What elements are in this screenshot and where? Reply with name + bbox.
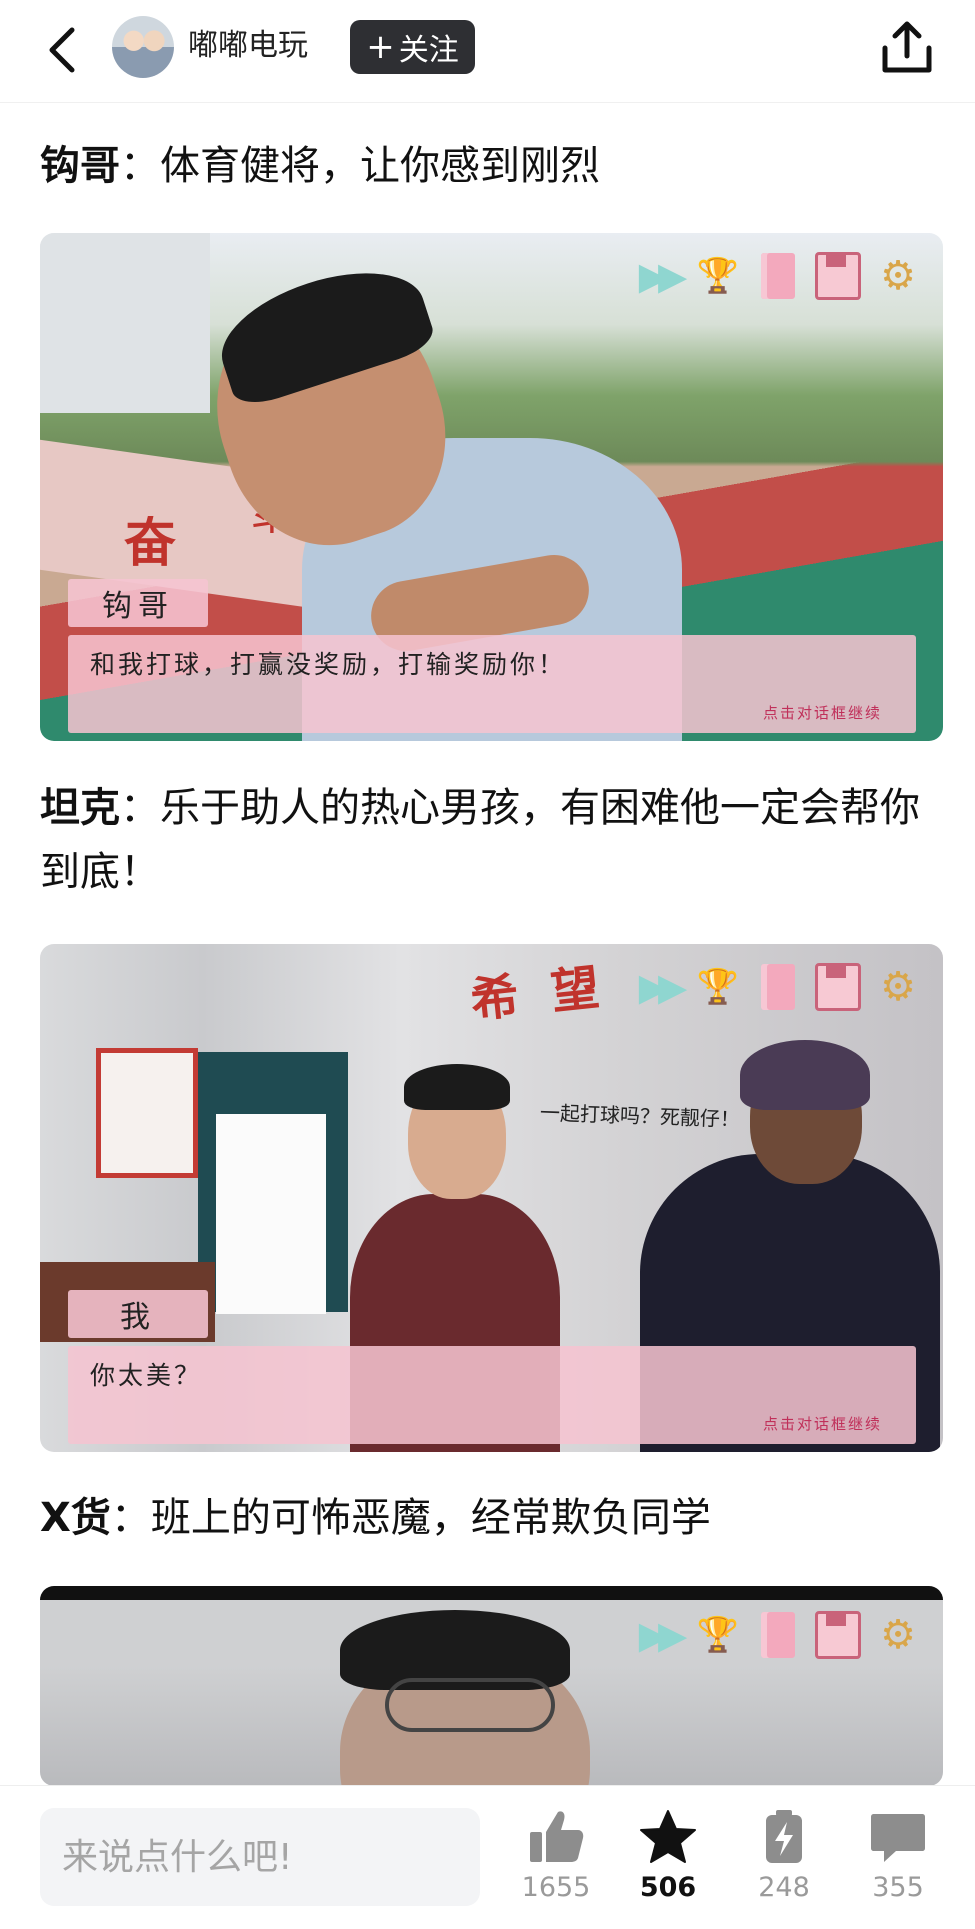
share-icon[interactable]: [880, 20, 934, 76]
speaker-name-box: 我: [68, 1290, 208, 1338]
comment-count: 355: [872, 1872, 924, 1903]
game-hud: ▶▶ 🏆 ⚙: [635, 963, 921, 1011]
character-description: ：班上的可怖恶魔，经常欺负同学: [110, 1495, 711, 1541]
section-heading-2: 坦克：乐于助人的热心男孩，有困难他一定会帮你到底！: [40, 776, 935, 904]
follow-button[interactable]: + 关注: [350, 20, 475, 74]
boy-hair: [404, 1064, 510, 1110]
back-arrow-icon[interactable]: [44, 24, 84, 76]
favorite-button[interactable]: 506: [620, 1808, 716, 1903]
section-heading-3: X货：班上的可怖恶魔，经常欺负同学: [40, 1486, 935, 1550]
character-name: X货: [40, 1495, 111, 1541]
comment-input[interactable]: [40, 1808, 480, 1906]
fast-forward-icon[interactable]: ▶▶: [635, 1612, 687, 1658]
notebook-icon[interactable]: [755, 253, 801, 299]
continue-hint: 点击对话框继续: [762, 704, 882, 722]
dialog-box[interactable]: 你太美？ 点击对话框继续: [68, 1346, 916, 1444]
notebook-icon[interactable]: [755, 1612, 801, 1658]
author-avatar[interactable]: [112, 16, 174, 78]
wall-slogan: 希 望: [467, 958, 610, 1029]
save-icon[interactable]: [815, 252, 861, 300]
like-button[interactable]: 1655: [508, 1808, 604, 1903]
speaker-name-box: 钩哥: [68, 579, 208, 627]
continue-hint: 点击对话框继续: [762, 1415, 882, 1433]
gear-icon[interactable]: ⚙: [875, 964, 921, 1010]
comment-bubble-icon: [871, 1814, 925, 1862]
game-screenshot-1[interactable]: 奋 斗 ▶▶ 🏆 ⚙ 钩哥 和我打球，打赢没奖励，打输奖励你！ 点击对话框继续: [40, 233, 943, 741]
dialog-text: 你太美？: [90, 1361, 203, 1390]
trophy-icon[interactable]: 🏆: [695, 253, 741, 299]
building: [40, 233, 210, 413]
top-bar: 嘟嘟电玩 + 关注: [0, 0, 975, 103]
wall-character-1: 奋: [124, 513, 177, 574]
like-count: 1655: [521, 1872, 591, 1903]
save-icon[interactable]: [815, 963, 861, 1011]
dialog-text: 和我打球，打赢没奖励，打输奖励你！: [90, 650, 567, 679]
game-hud: ▶▶ 🏆 ⚙: [635, 252, 921, 300]
thumbs-up-icon: [530, 1811, 584, 1862]
character-description: ：乐于助人的热心男孩，有困难他一定会帮你到底！: [40, 785, 920, 895]
character-name: 坦克: [40, 785, 120, 831]
share-count: 248: [758, 1872, 810, 1903]
section-heading-1: 钩哥：体育健将，让你感到刚烈: [40, 134, 935, 198]
bottom-action-bar: 1655 506 248 355: [0, 1785, 975, 1929]
doorway-light: [216, 1114, 326, 1314]
plus-icon: +: [366, 27, 395, 67]
trophy-icon[interactable]: 🏆: [695, 1612, 741, 1658]
dialog-box[interactable]: 和我打球，打赢没奖励，打输奖励你！ 点击对话框继续: [68, 635, 916, 733]
star-icon: [640, 1810, 696, 1863]
gear-icon[interactable]: ⚙: [875, 1612, 921, 1658]
gear-icon[interactable]: ⚙: [875, 253, 921, 299]
character-description: ：体育健将，让你感到刚烈: [120, 143, 600, 189]
comment-button[interactable]: 355: [850, 1808, 946, 1903]
trophy-icon[interactable]: 🏆: [695, 964, 741, 1010]
notebook-icon[interactable]: [755, 964, 801, 1010]
game-screenshot-2[interactable]: 希 望 一起打球吗？死靓仔！ ▶▶ 🏆 ⚙ 我 你太美？ 点击对话框继续: [40, 944, 943, 1452]
character-name: 钩哥: [40, 143, 120, 189]
battery-bolt-icon: [766, 1810, 802, 1863]
game-hud: ▶▶ 🏆 ⚙: [635, 1611, 921, 1659]
wall-poster: [96, 1048, 198, 1178]
fast-forward-icon[interactable]: ▶▶: [635, 964, 687, 1010]
man-hair: [740, 1040, 870, 1110]
glasses: [385, 1678, 555, 1732]
save-icon[interactable]: [815, 1611, 861, 1659]
favorite-count: 506: [639, 1872, 697, 1903]
share-charge-button[interactable]: 248: [736, 1808, 832, 1903]
author-name[interactable]: 嘟嘟电玩: [188, 26, 308, 66]
game-screenshot-3[interactable]: ▶▶ 🏆 ⚙: [40, 1586, 943, 1786]
speech-text: 一起打球吗？死靓仔！: [539, 1100, 741, 1132]
follow-label: 关注: [398, 33, 459, 68]
fast-forward-icon[interactable]: ▶▶: [635, 253, 687, 299]
